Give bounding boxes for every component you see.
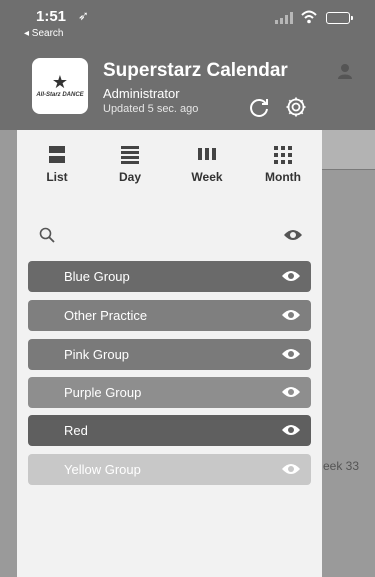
eye-icon[interactable] bbox=[282, 424, 300, 436]
group-blue-group[interactable]: Blue Group bbox=[28, 261, 311, 292]
group-pink-group[interactable]: Pink Group bbox=[28, 339, 311, 370]
sync-icon[interactable] bbox=[248, 96, 270, 118]
group-purple-group[interactable]: Purple Group bbox=[28, 377, 311, 408]
week-icon bbox=[198, 148, 216, 160]
eye-icon[interactable] bbox=[282, 270, 300, 282]
star-icon: ★ bbox=[51, 72, 69, 92]
week-number-label: eek 33 bbox=[323, 459, 360, 473]
eye-icon[interactable] bbox=[282, 386, 300, 398]
month-icon bbox=[274, 146, 292, 164]
view-list-button[interactable]: List bbox=[27, 146, 87, 190]
location-arrow-icon: ➶ bbox=[78, 8, 89, 23]
calendar-logo: ★ All-Starz DANCE bbox=[32, 58, 88, 114]
eye-icon[interactable] bbox=[282, 463, 300, 475]
eye-icon[interactable] bbox=[284, 229, 302, 241]
view-week-button[interactable]: Week bbox=[177, 146, 237, 190]
cellular-signal-icon bbox=[275, 12, 293, 24]
search-icon[interactable] bbox=[39, 227, 55, 243]
calendar-title: Superstarz Calendar bbox=[103, 60, 288, 81]
last-updated-text: Updated 5 sec. ago bbox=[103, 103, 199, 115]
group-label: Other Practice bbox=[64, 308, 148, 323]
group-label: Yellow Group bbox=[64, 462, 141, 477]
list-icon bbox=[49, 146, 65, 163]
view-month-button[interactable]: Month bbox=[253, 146, 313, 190]
day-icon bbox=[121, 146, 139, 164]
background-subheader bbox=[322, 130, 375, 170]
clock-time: 1:51 bbox=[36, 8, 67, 25]
user-role: Administrator bbox=[103, 86, 180, 101]
group-label: Purple Group bbox=[64, 385, 142, 400]
group-yellow-group[interactable]: Yellow Group bbox=[28, 454, 311, 485]
group-red[interactable]: Red bbox=[28, 415, 311, 446]
group-label: Blue Group bbox=[64, 269, 130, 284]
eye-icon[interactable] bbox=[282, 309, 300, 321]
back-to-search-link[interactable]: ◂ Search bbox=[24, 28, 63, 39]
side-drawer: ★ All-Starz DANCE Superstarz Calendar Ad… bbox=[17, 0, 322, 577]
eye-icon[interactable] bbox=[282, 348, 300, 360]
wifi-icon bbox=[301, 10, 317, 24]
group-label: Pink Group bbox=[64, 347, 130, 362]
group-label: Red bbox=[64, 423, 88, 438]
view-month-label: Month bbox=[265, 170, 301, 184]
battery-icon bbox=[326, 12, 353, 24]
person-icon[interactable] bbox=[337, 63, 353, 79]
logo-text: All-Starz DANCE bbox=[36, 92, 84, 98]
view-day-button[interactable]: Day bbox=[100, 146, 160, 190]
group-other-practice[interactable]: Other Practice bbox=[28, 300, 311, 331]
view-list-label: List bbox=[46, 170, 68, 184]
view-week-label: Week bbox=[191, 170, 223, 184]
status-bar: 1:51 ➶ ◂ Search bbox=[0, 0, 375, 44]
view-switcher: List Day Week Month bbox=[17, 146, 322, 190]
view-day-label: Day bbox=[118, 170, 141, 184]
gear-icon[interactable] bbox=[285, 96, 307, 118]
